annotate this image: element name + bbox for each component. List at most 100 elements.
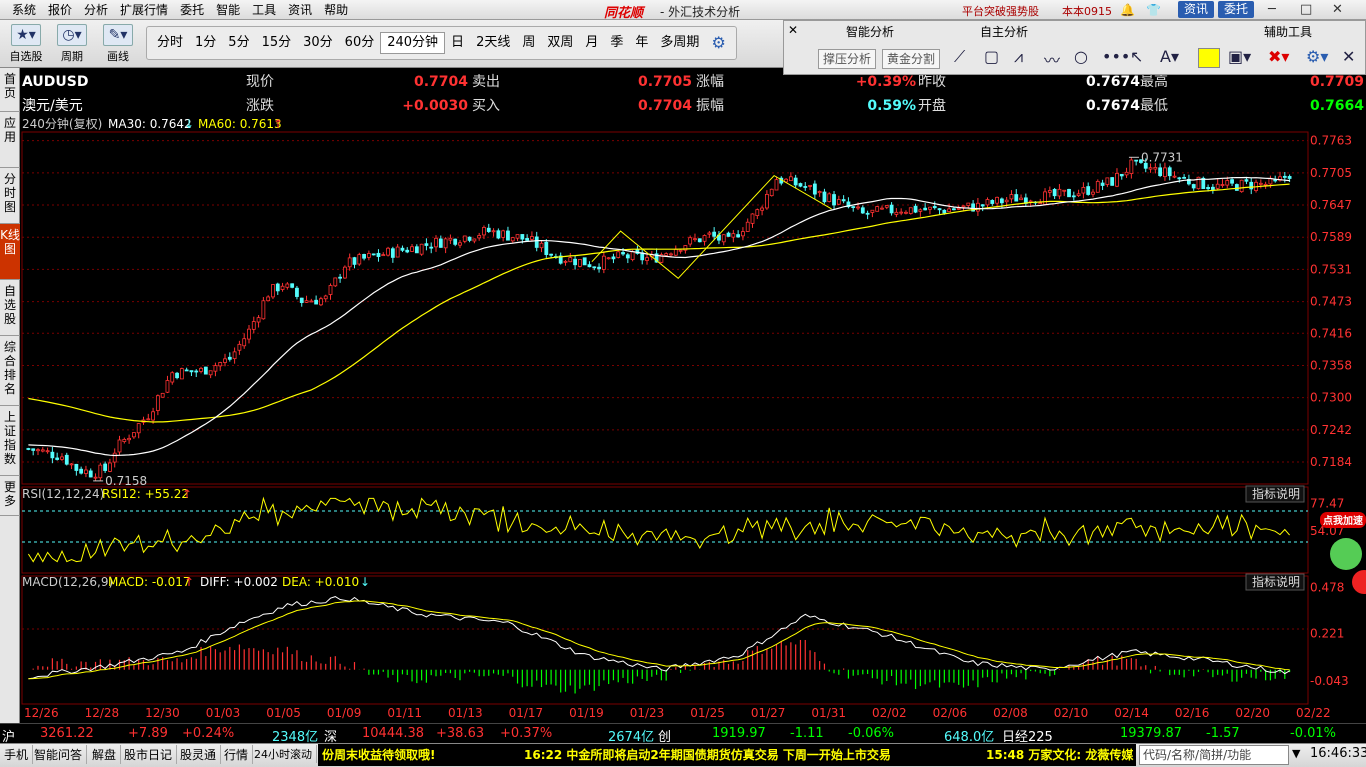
menu-extended-quote[interactable]: 扩展行情 <box>114 3 174 17</box>
rsi-legend: RSI(12,12,24) RSI12: +55.22 ↑ <box>22 487 192 501</box>
label-high: 最高 <box>1140 73 1168 90</box>
news-ticker[interactable]: 份周末收益待领取哦! 16:22 中金所即将启动2年期国债期货仿真交易 下周一开… <box>318 744 1136 766</box>
bottom-tab-lingtong[interactable]: 股灵通 <box>176 745 222 764</box>
more-icon[interactable]: ••• <box>1102 47 1130 66</box>
side-tab-apps[interactable]: 应用 <box>0 112 20 168</box>
menu-quote[interactable]: 报价 <box>42 3 78 17</box>
bell-icon[interactable]: 🔔 <box>1120 3 1135 17</box>
cursor-icon[interactable]: ↖ <box>1130 47 1143 66</box>
price-prev: 0.7674 <box>1086 74 1140 90</box>
close-icon[interactable]: ✕ <box>1332 2 1343 17</box>
maximize-icon[interactable]: □ <box>1300 2 1312 17</box>
side-tab-timeline[interactable]: 分时图 <box>0 168 20 224</box>
period-week[interactable]: 周 <box>516 33 541 53</box>
period-day[interactable]: 日 <box>445 33 470 53</box>
period-2week[interactable]: 双周 <box>541 33 579 53</box>
support-resistance-button[interactable]: 撑压分析 <box>818 49 877 69</box>
sz-value[interactable]: 10444.38 <box>362 726 424 741</box>
menu-tools[interactable]: 工具 <box>246 3 282 17</box>
minimize-icon[interactable]: ─ <box>1268 2 1276 17</box>
dropdown-icon[interactable]: ▼ <box>1292 747 1300 760</box>
rsi-arrow-icon: ↑ <box>182 487 192 501</box>
rect-tool-icon[interactable]: ▢ <box>984 47 999 66</box>
ticker-item-1[interactable]: 份周末收益待领取哦! <box>322 744 435 766</box>
period-5m[interactable]: 5分 <box>222 33 255 53</box>
side-tab-kline[interactable]: K线图 <box>0 224 20 280</box>
period-15m[interactable]: 15分 <box>256 33 298 53</box>
period-tool[interactable]: ◷▾ 周期 <box>52 24 92 64</box>
promo-link[interactable]: 平台突破强势股 <box>962 3 1039 19</box>
ticker-item-2[interactable]: 16:22 中金所即将启动2年期国债期货仿真交易 下周一开始上市交易 <box>524 744 891 766</box>
bottom-tab-24h[interactable]: 24小时滚动 <box>250 745 317 763</box>
smart-analysis-header: 智能分析 <box>846 25 895 39</box>
side-tab-ranking[interactable]: 综合排名 <box>0 336 20 406</box>
period-multi[interactable]: 多周期 <box>654 33 705 53</box>
menu-system[interactable]: 系统 <box>6 3 42 17</box>
color-swatch[interactable] <box>1198 48 1220 68</box>
line-tool-icon[interactable]: ⟋ <box>954 47 965 67</box>
bottom-tab-analysis[interactable]: 解盘 <box>88 745 122 764</box>
kline-chart[interactable]: AUDUSD 现价 0.7704 卖出 0.7705 涨幅 +0.39% 昨收 … <box>20 68 1366 723</box>
sh-value[interactable]: 3261.22 <box>40 726 94 741</box>
menu-trade[interactable]: 委托 <box>174 3 210 17</box>
price-now: 0.7704 <box>414 74 468 90</box>
bottom-tab-qa[interactable]: 智能问答 <box>30 745 88 764</box>
menu-news[interactable]: 资讯 <box>282 3 318 17</box>
wave-tool-icon[interactable]: 〰 <box>1044 47 1060 71</box>
period-month[interactable]: 月 <box>579 33 604 53</box>
price-tick-label: 0.7184 <box>1310 455 1352 469</box>
delete-icon[interactable]: ✖▾ <box>1268 47 1289 66</box>
search-input[interactable]: 代码/名称/简拼/功能 <box>1139 745 1289 765</box>
period-quarter[interactable]: 季 <box>604 33 629 53</box>
period-240m[interactable]: 240分钟 <box>380 32 446 54</box>
panel-close-icon[interactable]: ✕ <box>1342 47 1355 66</box>
x-tick-label: 01/17 <box>509 706 544 720</box>
period-2day[interactable]: 2天线 <box>470 33 516 53</box>
price-high: 0.7709 <box>1310 74 1364 90</box>
side-tab-watchlist[interactable]: 自选股 <box>0 280 20 336</box>
period-1m[interactable]: 1分 <box>189 33 222 53</box>
side-tab-shindex[interactable]: 上证指数 <box>0 406 20 476</box>
menu-help[interactable]: 帮助 <box>318 3 354 17</box>
side-tab-more[interactable]: 更多 <box>0 476 20 516</box>
candle <box>160 392 165 398</box>
period-30m[interactable]: 30分 <box>297 33 339 53</box>
ma30-label: MA30: 0.7642 <box>108 117 192 131</box>
version-label[interactable]: 本本0915 <box>1062 3 1112 19</box>
settings-icon[interactable]: ⚙▾ <box>1306 47 1328 66</box>
shirt-icon[interactable]: 👕 <box>1146 3 1161 17</box>
channel-tool-icon[interactable]: ⩘ <box>1014 47 1023 67</box>
ticker-item-3[interactable]: 15:48 万家文化: 龙薇传媒 <box>986 744 1133 766</box>
save-icon[interactable]: ▣▾ <box>1228 47 1251 66</box>
watchlist-tool[interactable]: ★▾ 自选股 <box>6 24 46 64</box>
draw-tool[interactable]: ✎▾ 画线 <box>98 24 138 64</box>
macd-arrow-icon: ↑ <box>184 575 194 589</box>
analysis-panel: ✕ 智能分析 自主分析 辅助工具 撑压分析 黄金分割 ⟋ ▢ ⩘ 〰 ○ •••… <box>783 20 1366 75</box>
nk-value[interactable]: 19379.87 <box>1120 726 1182 741</box>
cy-value[interactable]: 1919.97 <box>712 726 766 741</box>
period-year[interactable]: 年 <box>629 33 654 53</box>
bottom-tab-diary[interactable]: 股市日记 <box>120 745 178 764</box>
mascot-icon <box>1330 538 1362 570</box>
menu-bar: 系统 报价 分析 扩展行情 委托 智能 工具 资讯 帮助 同花顺 - 外汇技术分… <box>0 0 1366 21</box>
period-60m[interactable]: 60分 <box>339 33 381 53</box>
side-tab-home[interactable]: 首页 <box>0 68 20 112</box>
dea-value: DEA: +0.010 <box>282 575 359 589</box>
period-intraday[interactable]: 分时 <box>151 33 189 53</box>
bottom-tab-mobile[interactable]: 手机 <box>0 745 34 764</box>
text-tool-icon[interactable]: A▾ <box>1160 47 1179 66</box>
macd-tick-label: 0.221 <box>1310 627 1344 641</box>
clock: 16:46:33 <box>1310 746 1366 761</box>
news-button[interactable]: 资讯 <box>1178 1 1215 18</box>
menu-analysis[interactable]: 分析 <box>78 3 114 17</box>
ellipse-tool-icon[interactable]: ○ <box>1074 47 1088 66</box>
collapse-icon[interactable]: ✕ <box>788 23 798 37</box>
bottom-tab-market[interactable]: 行情 <box>220 745 254 764</box>
price-tick-label: 0.7647 <box>1310 198 1352 212</box>
label-amp: 振幅 <box>696 98 724 114</box>
golden-section-button[interactable]: 黄金分割 <box>882 49 941 69</box>
menu-smart[interactable]: 智能 <box>210 3 246 17</box>
gear-icon[interactable]: ⚙ <box>705 33 731 53</box>
x-tick-label: 01/11 <box>387 706 422 720</box>
trade-button[interactable]: 委托 <box>1218 1 1255 18</box>
